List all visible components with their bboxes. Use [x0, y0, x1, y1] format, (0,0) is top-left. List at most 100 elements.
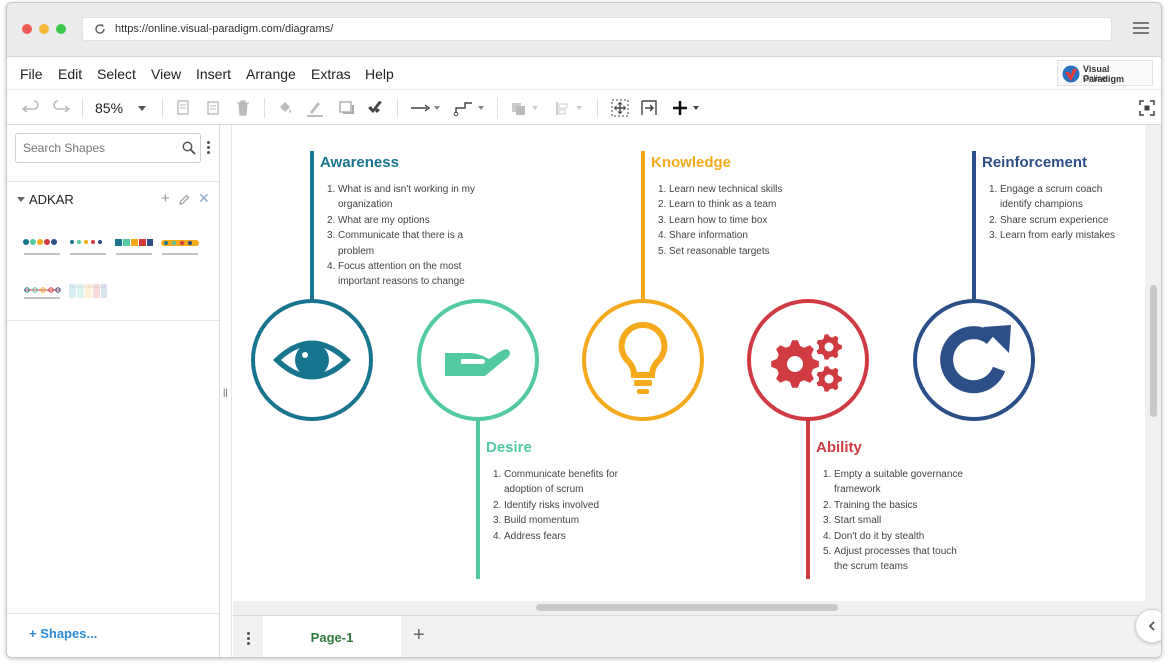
stage-circle-awareness[interactable] [251, 299, 373, 421]
menu-insert[interactable]: Insert [196, 66, 231, 82]
section-title[interactable]: ADKAR [29, 192, 74, 207]
waypoint-icon[interactable] [453, 98, 487, 118]
browser-menu-icon[interactable] [1133, 22, 1149, 36]
diagram-canvas[interactable]: Awareness 1. What is and isn't working in … [233, 125, 1145, 601]
zoom-dropdown-icon[interactable] [135, 98, 149, 118]
adkar-shape-thumb-4[interactable] [160, 234, 200, 258]
edit-icon[interactable] [178, 194, 190, 206]
stage-circle-knowledge[interactable] [582, 299, 704, 421]
stage-checklist-item: 1. Communicate benefits for adoption of s… [493, 469, 618, 496]
to-front-icon[interactable] [509, 98, 543, 118]
browser-window: https://online.visual-paradigm.com/diagr… [6, 2, 1162, 658]
stage-checklist-item: 4. Don't do it by stealth [823, 530, 925, 542]
menu-file[interactable]: File [20, 66, 43, 82]
shadow-icon[interactable] [337, 98, 357, 118]
undo-icon[interactable] [21, 98, 41, 118]
stage-checklist-item: 1. Engage a scrum coach identify champion… [989, 184, 1103, 211]
more-shapes-link[interactable]: + Shapes... [29, 626, 97, 641]
refresh-icon [940, 325, 1011, 394]
vp-logo-icon [1061, 64, 1081, 84]
insert-icon[interactable] [671, 98, 707, 118]
adkar-shape-thumb-6[interactable] [68, 278, 108, 302]
stage-checklist-item: 2. Learn to think as a team [658, 199, 777, 211]
horizontal-scrollbar[interactable] [536, 604, 838, 611]
paste-icon[interactable] [203, 98, 223, 118]
sidebar-options-icon[interactable] [207, 141, 210, 156]
adkar-shape-section: ADKAR + ✕ [7, 181, 219, 321]
close-section-icon[interactable]: ✕ [198, 190, 210, 207]
maximize-window-dot[interactable] [56, 24, 66, 34]
stage-connector-line [806, 417, 810, 579]
address-bar[interactable]: https://online.visual-paradigm.com/diagr… [82, 17, 1112, 41]
toolbar: 85% [7, 89, 1161, 125]
menu-select[interactable]: Select [97, 66, 136, 82]
add-page-icon[interactable]: + [413, 624, 425, 647]
stage-title: Reinforcement [982, 154, 1088, 171]
adkar-shape-thumb-3[interactable] [114, 234, 154, 258]
stage-checklist-item: 2. Identify risks involved [493, 499, 600, 511]
stage-checklist-item: 5. Set reasonable targets [658, 245, 770, 257]
menu-edit[interactable]: Edit [58, 66, 82, 82]
sidebar-splitter[interactable]: || [220, 125, 232, 657]
stage-circle-desire[interactable] [417, 299, 539, 421]
stage-checklist-item: 3. Learn how to time box [658, 214, 768, 226]
page-tab[interactable]: Page-1 [263, 616, 401, 657]
stage-checklist-item: 1. Learn new technical skills [658, 184, 783, 195]
vp-logo-line2: Online [1083, 74, 1107, 83]
stage-checklist-item: 5. Adjust processes that touch the scrum … [823, 546, 957, 573]
stage-connector-line [972, 151, 976, 303]
page-options-icon[interactable] [247, 632, 250, 647]
eye-icon [273, 340, 351, 380]
search-icon[interactable] [182, 141, 196, 155]
add-icon[interactable]: + [161, 190, 170, 207]
browser-toolbar: https://online.visual-paradigm.com/diagr… [7, 3, 1161, 57]
copy-icon[interactable] [173, 98, 193, 118]
menu-view[interactable]: View [151, 66, 181, 82]
delete-icon[interactable] [233, 98, 253, 118]
stage-connector-line [641, 151, 645, 303]
stage-checklist-item: 1. What is and isn't working in my organi… [327, 184, 475, 211]
connector-arrow-icon[interactable] [409, 98, 443, 118]
open-hand-icon [445, 349, 510, 376]
reload-icon[interactable] [94, 23, 106, 35]
menu-help[interactable]: Help [365, 66, 394, 82]
stage-checklist: 1. Learn new technical skills 2. Learn to t… [658, 182, 788, 259]
stage-checklist: 1. What is and isn't working in my organi… [327, 182, 477, 290]
stage-connector-line [310, 151, 314, 303]
adkar-shape-thumb-2[interactable] [68, 234, 108, 258]
adkar-shape-thumb-5[interactable] [22, 278, 62, 302]
stage-checklist-item: 2. What are my options [327, 214, 430, 226]
stage-checklist-item: 2. Share scrum experience [989, 214, 1109, 226]
url-text: https://online.visual-paradigm.com/diagr… [115, 23, 334, 35]
visual-paradigm-logo[interactable]: Visual Paradigm Online [1057, 60, 1153, 86]
fill-color-icon[interactable] [275, 98, 295, 118]
search-placeholder: Search Shapes [23, 141, 106, 155]
adkar-shape-thumb-1[interactable] [22, 234, 62, 258]
line-color-icon[interactable] [305, 98, 325, 118]
menu-arrange[interactable]: Arrange [246, 66, 296, 82]
stage-title: Ability [816, 439, 862, 456]
fullscreen-icon[interactable] [1139, 98, 1155, 118]
search-shapes-input[interactable]: Search Shapes [15, 133, 201, 163]
stage-circle-ability[interactable] [747, 299, 869, 421]
stage-title: Awareness [320, 154, 399, 171]
stage-circle-reinforcement[interactable] [913, 299, 1035, 421]
stage-checklist-item: 2. Training the basics [823, 499, 918, 511]
menu-extras[interactable]: Extras [311, 66, 351, 82]
minimize-window-dot[interactable] [39, 24, 49, 34]
page-width-icon[interactable] [639, 98, 659, 118]
format-painter-icon[interactable] [365, 98, 385, 118]
zoom-level[interactable]: 85% [95, 100, 123, 116]
stage-checklist-item: 1. Empty a suitable governance framework [823, 469, 963, 496]
redo-icon[interactable] [51, 98, 71, 118]
fit-page-icon[interactable] [610, 98, 630, 118]
stage-checklist-item: 3. Start small [823, 515, 882, 527]
stage-checklist: 1. Empty a suitable governance framework 2… [823, 467, 968, 575]
page-tabs-bar: Page-1 + [233, 615, 1161, 657]
collapse-caret-icon[interactable] [17, 197, 25, 202]
close-window-dot[interactable] [22, 24, 32, 34]
collapse-panel-button[interactable] [1135, 609, 1161, 643]
align-icon[interactable] [553, 98, 587, 118]
stage-checklist-item: 4. Focus attention on the most important … [327, 261, 465, 288]
vertical-scrollbar[interactable] [1150, 285, 1157, 417]
